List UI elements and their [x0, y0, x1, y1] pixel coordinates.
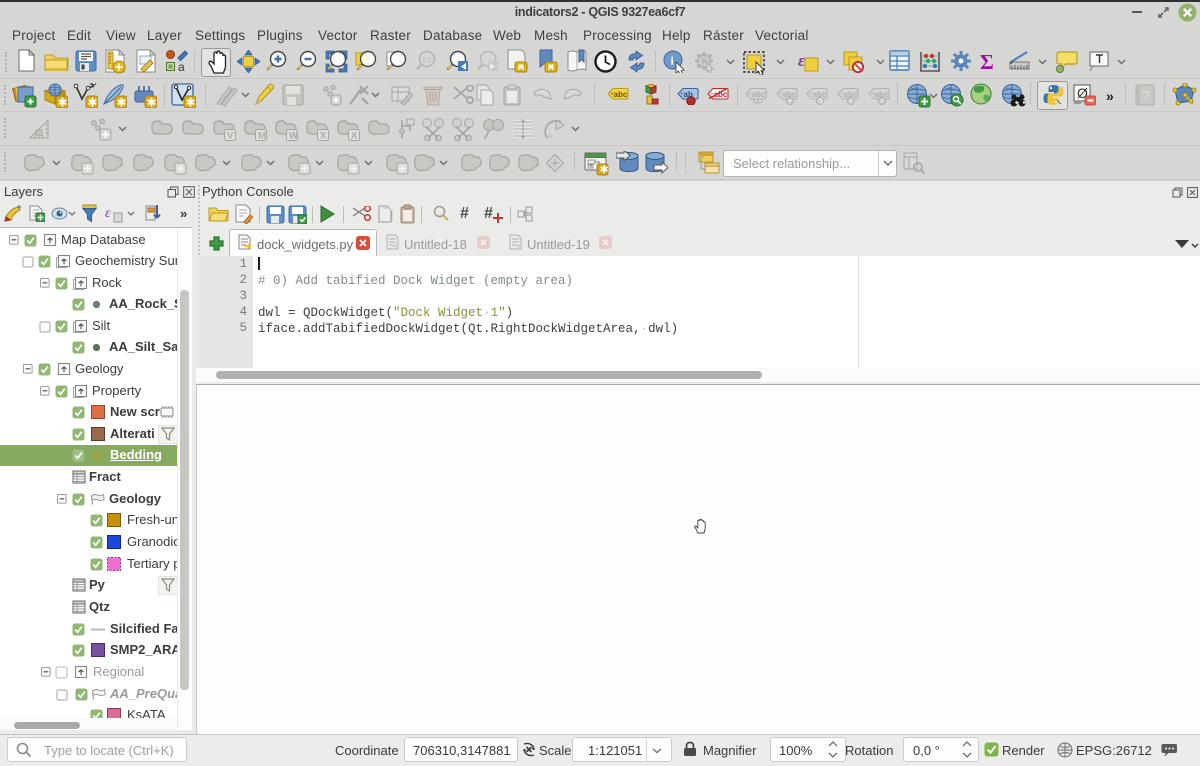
svg-text:W: W	[289, 131, 298, 142]
svg-text:?: ?	[1142, 88, 1150, 103]
svg-text:V: V	[227, 131, 234, 142]
svg-text:abc: abc	[752, 90, 766, 99]
svg-text:✱: ✱	[600, 164, 609, 176]
svg-text:✱: ✱	[58, 96, 68, 109]
svg-text:✱: ✱	[186, 96, 196, 109]
svg-text:a: a	[178, 60, 185, 73]
svg-text:X: X	[351, 131, 358, 142]
svg-text:X: X	[320, 131, 327, 142]
svg-text:ε: ε	[105, 206, 111, 221]
svg-text:ε: ε	[798, 51, 805, 70]
svg-text:1:1: 1:1	[422, 57, 432, 64]
svg-text:abc: abc	[614, 90, 628, 99]
svg-text:✱: ✱	[88, 96, 98, 109]
svg-text:✱: ✱	[117, 96, 127, 109]
svg-text:M: M	[258, 131, 266, 142]
svg-text:✱: ✱	[147, 96, 157, 109]
